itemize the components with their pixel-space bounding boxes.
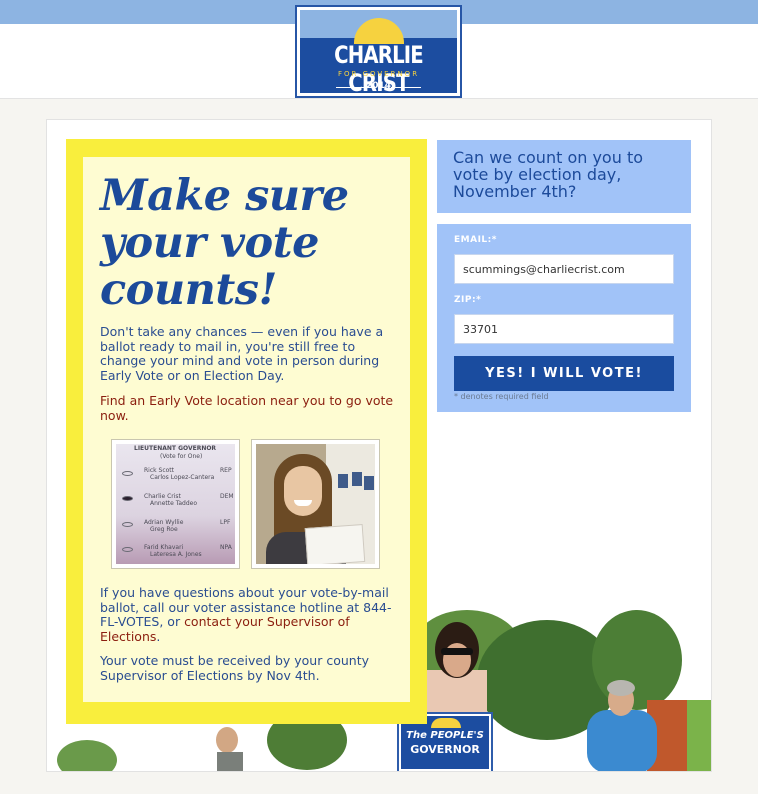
ballot-oval [122,547,133,552]
ballot-candidate: Farid Khavari [144,544,184,551]
ballot-candidate: Charlie Crist [144,493,181,500]
sign-sun-icon [431,718,461,728]
email-label: EMAIL:* [454,235,497,245]
selfie-face [284,466,322,516]
intro-paragraph: Don't take any chances — even if you hav… [100,324,384,383]
hotline-paragraph: If you have questions about your vote-by… [100,585,400,644]
ballot-sub: (Vote for One) [160,453,203,460]
logo-badge: CHARLIE CRIST FOR GOVERNOR 2014 [300,10,457,93]
ballot-oval-filled [122,496,133,501]
selfie-poster [352,472,362,486]
ballot-running-mate: Lateresa A. Jones [150,551,202,558]
campaign-logo[interactable]: CHARLIE CRIST FOR GOVERNOR 2014 [295,5,462,98]
ballot-image: LIEUTENANT GOVERNOR (Vote for One) Rick … [116,444,235,564]
will-vote-button[interactable]: YES! I WILL VOTE! [454,356,674,391]
ballot-candidate: Rick Scott [144,467,174,474]
ballot-running-mate: Greg Roe [150,526,178,533]
selfie-image [256,444,375,564]
selfie-poster [338,474,348,488]
selfie-photo [251,439,380,569]
ballot-running-mate: Carlos Lopez-Cantera [150,474,215,481]
zip-label: ZIP:* [454,295,482,305]
ballot-party: REP [220,467,232,474]
hotline-period: . [156,628,161,644]
ballot-header: LIEUTENANT GOVERNOR [134,445,217,452]
ballot-candidate: Adrian Wyllie [144,519,184,526]
pledge-question: Can we count on you to vote by election … [453,148,644,201]
logo-subtitle: FOR GOVERNOR [337,70,420,78]
email-field[interactable] [454,254,674,284]
question-box: Can we count on you to vote by election … [437,140,691,213]
ballot-oval [122,522,133,527]
required-note: * denotes required field [454,392,549,401]
deadline-paragraph: Your vote must be received by your count… [100,653,369,683]
zip-field[interactable] [454,314,674,344]
ballot-running-mate: Annette Taddeo [150,500,198,507]
ballot-oval [122,471,133,476]
pledge-form: EMAIL:* ZIP:* YES! I WILL VOTE! * denote… [437,224,691,412]
ballot-envelope [304,524,366,564]
page-headline: Make sure your vote counts! [100,171,349,315]
ballot-party: DEM [220,493,234,500]
sign-line-1: The PEOPLE'S [406,730,484,741]
ballot-party: NPA [220,544,232,551]
logo-year: 2014 [365,81,392,91]
selfie-poster [364,476,374,490]
ballot-party: LPF [220,519,231,526]
early-vote-link[interactable]: Find an Early Vote location near you to … [100,393,400,423]
ballot-photo: LIEUTENANT GOVERNOR (Vote for One) Rick … [111,439,240,569]
sign-line-2: GOVERNOR [410,743,480,756]
